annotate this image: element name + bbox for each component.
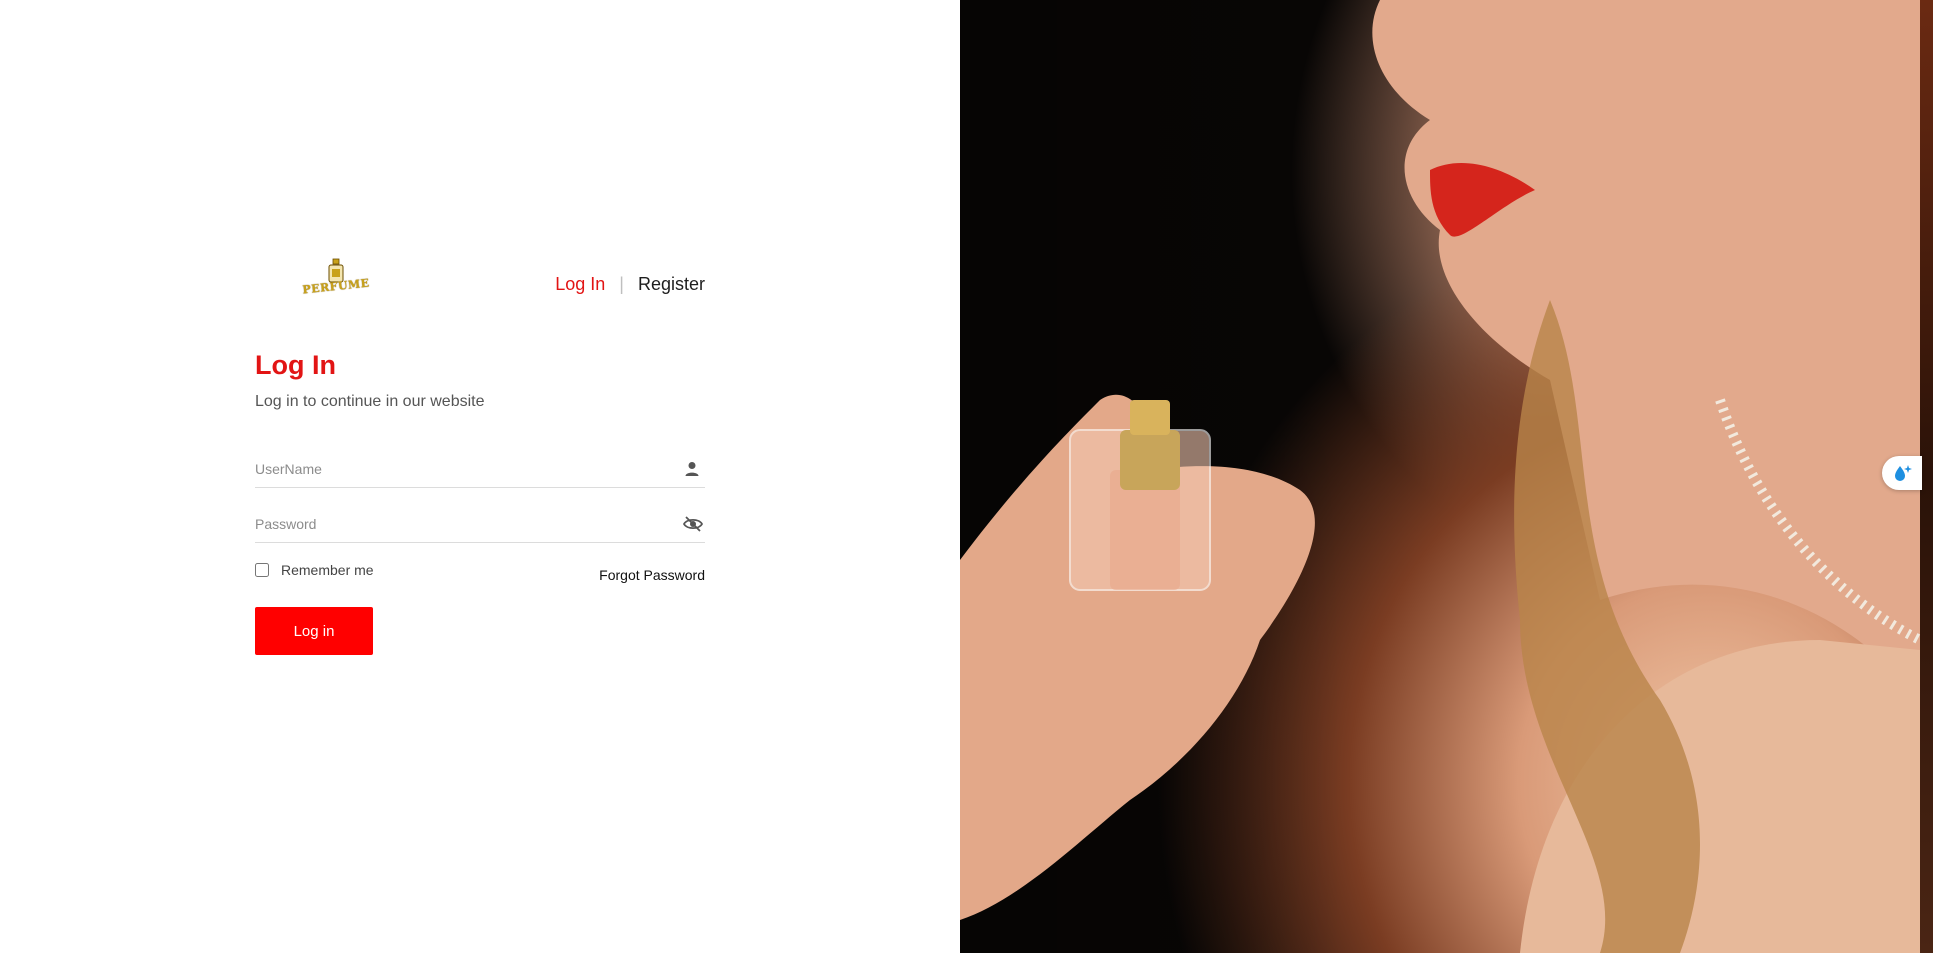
eye-slash-icon[interactable]: [682, 515, 704, 533]
user-icon: [683, 460, 701, 478]
nav-register-link[interactable]: Register: [638, 274, 705, 295]
username-input[interactable]: [255, 456, 655, 482]
nav-separator: |: [619, 273, 624, 294]
brand-logo[interactable]: PERFUME: [300, 258, 372, 300]
forgot-password-link[interactable]: Forgot Password: [540, 567, 705, 583]
remember-me-label: Remember me: [281, 562, 374, 578]
hero-illustration: [960, 0, 1920, 953]
water-drop-sparkle-icon[interactable]: [1882, 456, 1922, 490]
remember-me: Remember me: [255, 562, 374, 578]
login-page: PERFUME Log In | Register Log In Log in …: [0, 0, 1933, 953]
login-panel: PERFUME Log In | Register Log In Log in …: [0, 0, 960, 953]
hero-image: [960, 0, 1920, 953]
nav-login-link[interactable]: Log In: [555, 274, 605, 295]
password-input[interactable]: [255, 511, 655, 537]
password-field: [255, 507, 705, 543]
username-field: [255, 452, 705, 488]
remember-me-checkbox[interactable]: [255, 563, 269, 577]
login-button[interactable]: Log in: [255, 607, 373, 655]
brand-logo-text: PERFUME: [301, 276, 371, 297]
auth-nav: Log In | Register: [540, 272, 705, 296]
page-subtitle: Log in to continue in our website: [255, 393, 485, 410]
page-title: Log In: [255, 350, 336, 380]
